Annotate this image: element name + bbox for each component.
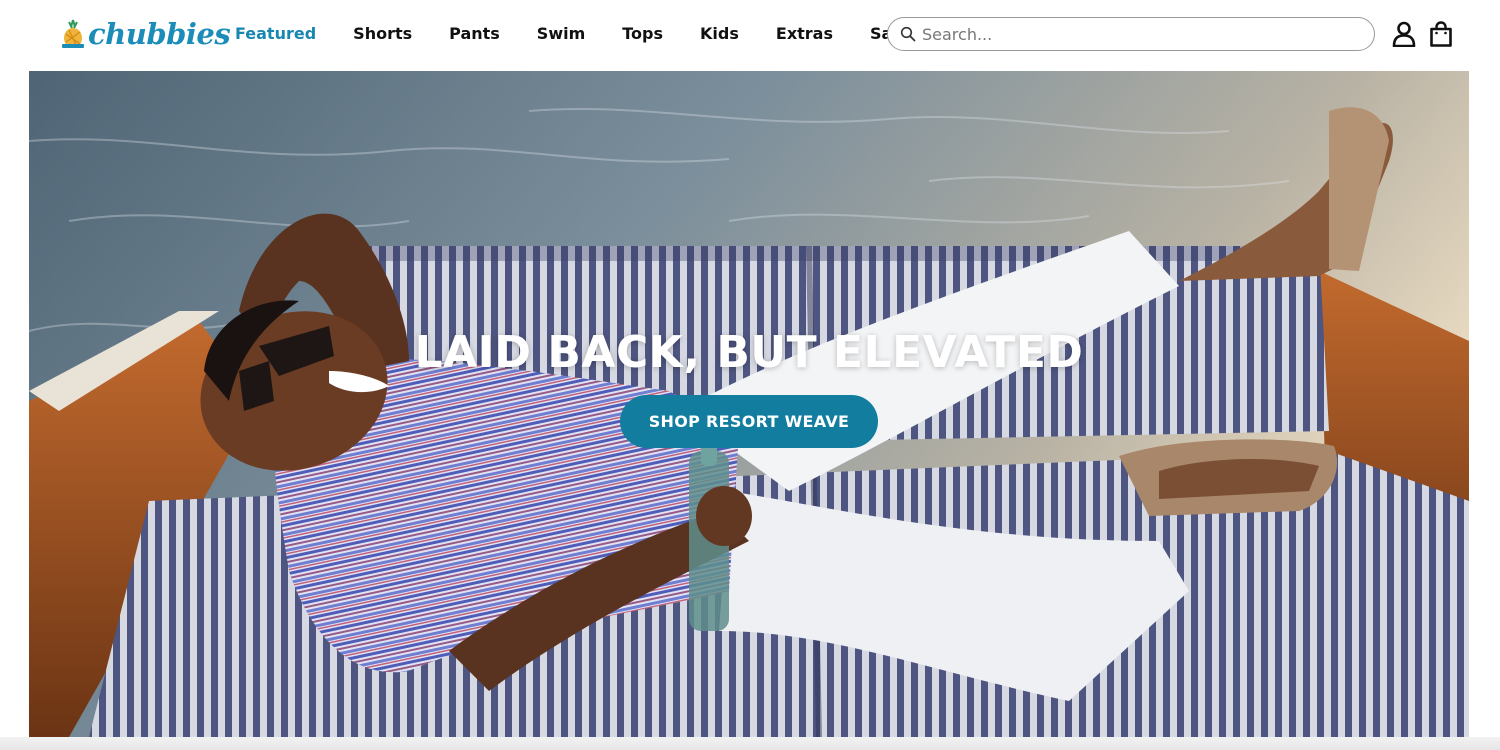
nav-item-tops[interactable]: Tops bbox=[622, 24, 663, 43]
brand-name: chubbies bbox=[88, 17, 231, 51]
search-input[interactable] bbox=[922, 20, 1352, 48]
pineapple-logo-icon bbox=[62, 19, 84, 48]
nav-item-swim[interactable]: Swim bbox=[537, 24, 585, 43]
cart-button[interactable] bbox=[1428, 20, 1454, 48]
brand-logo[interactable]: chubbies bbox=[60, 16, 231, 52]
nav-item-kids[interactable]: Kids bbox=[700, 24, 739, 43]
page-bottom-edge bbox=[0, 737, 1500, 750]
main-nav: Featured Shorts Pants Swim Tops Kids Ext… bbox=[235, 22, 946, 44]
nav-item-featured[interactable]: Featured bbox=[235, 24, 316, 43]
search-icon bbox=[900, 26, 916, 42]
nav-item-pants[interactable]: Pants bbox=[449, 24, 500, 43]
user-icon bbox=[1392, 21, 1416, 47]
search-bar[interactable] bbox=[887, 17, 1375, 51]
shopping-bag-icon bbox=[1430, 21, 1452, 47]
site-header: chubbies Featured Shorts Pants Swim Tops… bbox=[0, 0, 1500, 70]
account-button[interactable] bbox=[1391, 20, 1417, 48]
nav-item-extras[interactable]: Extras bbox=[776, 24, 833, 43]
shop-resort-weave-button[interactable]: SHOP RESORT WEAVE bbox=[620, 395, 878, 448]
hero-title: LAID BACK, BUT ELEVATED bbox=[414, 327, 1084, 378]
hero-banner[interactable]: LAID BACK, BUT ELEVATED SHOP RESORT WEAV… bbox=[29, 71, 1469, 737]
nav-item-shorts[interactable]: Shorts bbox=[353, 24, 412, 43]
